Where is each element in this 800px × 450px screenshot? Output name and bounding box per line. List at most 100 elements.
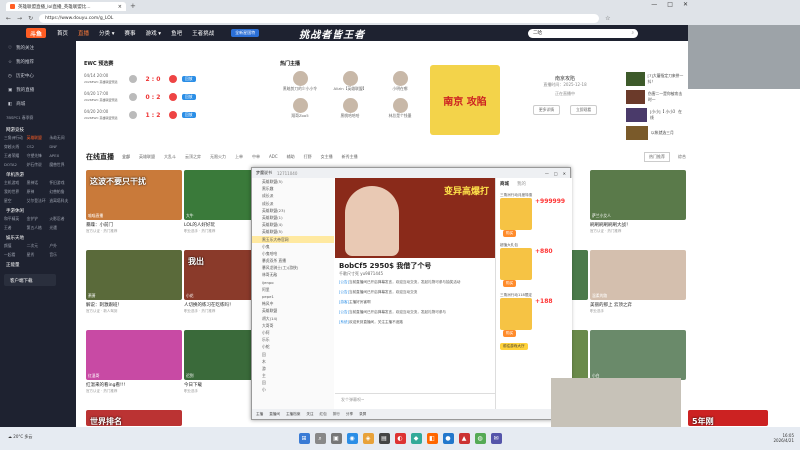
taskbar-app-icon[interactable]: ▣ <box>330 433 342 444</box>
sidebar-category-link[interactable]: 三角洲行动 <box>4 135 27 141</box>
popup-toolbar-item[interactable]: 录屏 <box>359 412 366 417</box>
maximize-button[interactable]: □ <box>667 1 673 8</box>
popup-toolbar-item[interactable]: 关注 <box>306 412 313 417</box>
browser-tab[interactable]: 英雄联盟直播_lol直播_英雄联盟比... × <box>6 2 126 11</box>
event-banner[interactable]: 全新星国特 <box>231 29 260 37</box>
live-card[interactable]: 世界排名 <box>86 410 182 426</box>
close-window-button[interactable]: ✕ <box>683 1 688 8</box>
channel-list-item[interactable]: 黑玉乐大帝官网 <box>252 235 334 243</box>
tab-shop[interactable]: 商城 <box>500 181 509 187</box>
sidebar-category-link[interactable]: 一起看 <box>4 252 27 258</box>
system-clock[interactable]: 16:05 2026/4/21 <box>773 433 794 443</box>
live-card[interactable]: 温柔的路 <box>590 250 686 300</box>
shop-item[interactable]: 三角洲行动118限定 +188购买 <box>496 290 572 340</box>
shop-buy-button[interactable]: 购买 <box>503 330 517 337</box>
taskbar-app-icon[interactable]: ◈ <box>362 433 374 444</box>
nav-challenge[interactable]: 王者挑战 <box>192 29 214 37</box>
filter-tab[interactable]: 英雄联盟 <box>139 154 155 160</box>
filter-tab[interactable]: 全部 <box>122 154 130 160</box>
live-card[interactable]: 萧萧 <box>86 250 182 300</box>
sidebar-category-link[interactable]: 主机游戏 <box>4 180 27 186</box>
popup-toolbar-item[interactable]: 主播 <box>256 412 263 417</box>
sidebar-item-follow[interactable]: ♡ 我的关注 <box>0 41 76 55</box>
card-title[interactable]: LOL的人好好玩 <box>184 222 215 228</box>
sidebar-category-link[interactable]: 炉石传说 <box>27 162 50 168</box>
carousel-item[interactable]: 伤害二一是你被攻击时一 <box>622 88 688 106</box>
nav-live[interactable]: 直播 <box>78 29 89 37</box>
channel-list-item[interactable]: 小阿 <box>252 329 334 336</box>
sidebar-category-link[interactable]: 音乐 <box>49 252 72 258</box>
sidebar-category-link[interactable]: 星秀 <box>27 252 50 258</box>
channel-list-item[interactable]: 回 <box>252 351 334 358</box>
popup-toolbar-item[interactable]: 直播间 <box>269 412 280 417</box>
filter-tab[interactable]: ADC <box>269 154 278 160</box>
sidebar-category-link[interactable]: 王者荣耀 <box>4 153 27 159</box>
live-card[interactable]: 5年刚 <box>688 410 768 426</box>
channel-list-item[interactable]: 暴虎双杀 直播 <box>252 257 334 264</box>
search-icon[interactable]: ⌕ <box>631 30 634 36</box>
taskbar-app-icon[interactable]: ● <box>442 433 454 444</box>
sidebar-category-link[interactable]: 原神 <box>27 189 50 195</box>
channel-list-item[interactable]: 小蛇 <box>252 343 334 350</box>
sidebar-category-link[interactable]: 英雄联盟 <box>27 135 50 141</box>
sidebar-item-mylive[interactable]: ▣ 我的直播 <box>0 83 76 97</box>
hot-anchor[interactable]: 林总是个钱墨 <box>380 98 420 119</box>
channel-list-item[interactable]: 黑乐趣 <box>252 185 334 192</box>
chat-user[interactable]: [公告] <box>339 280 349 284</box>
sidebar-category-link[interactable]: 火影忍者 <box>49 216 72 222</box>
chat-user[interactable]: [公告] <box>339 290 349 294</box>
card-title[interactable]: 解说：刺激跟班！ <box>86 302 122 308</box>
sidebar-item-history[interactable]: ◷ 历史中心 <box>0 69 76 83</box>
shop-buy-button[interactable]: 购买 <box>503 280 517 287</box>
douyu-logo[interactable]: 斗鱼 <box>26 28 46 38</box>
hot-anchor[interactable]: 小明在哪 <box>380 71 420 92</box>
headline-banner[interactable]: 挑战者皆王者 <box>299 26 365 41</box>
popup-toolbar-item[interactable]: 红包 <box>320 412 327 417</box>
taskbar-app-icon[interactable]: ⊞ <box>298 433 310 444</box>
sidebar-category-link[interactable]: APEX <box>49 153 72 159</box>
channel-list-item[interactable]: 英雄联盟(5) <box>252 178 334 185</box>
taskbar-app-icon[interactable]: ◉ <box>346 433 358 444</box>
card-title[interactable]: 刷刷刷刷刷刷大战！ <box>590 222 631 228</box>
sidebar-category-link[interactable]: CS2 <box>27 144 50 150</box>
sidebar-category-link[interactable]: 星空 <box>4 198 27 204</box>
taskbar-app-icon[interactable]: ▤ <box>378 433 390 444</box>
carousel-item[interactable]: [小小]【 小小】 在线 <box>622 106 688 124</box>
taskbar-app-icon[interactable]: ◐ <box>394 433 406 444</box>
sidebar-category-link[interactable]: 户外 <box>49 243 72 249</box>
channel-list-item[interactable]: 回 <box>252 379 334 386</box>
replay-button[interactable]: 回放 <box>182 76 196 82</box>
shop-buy-button[interactable]: 购买 <box>503 230 517 237</box>
popup-minimize-button[interactable]: — <box>545 171 549 176</box>
nav-game[interactable]: 游戏 ▾ <box>146 29 162 37</box>
card-title[interactable]: 人切换的练习在吃练吗！ <box>184 302 234 308</box>
tab-close-icon[interactable]: × <box>118 4 122 10</box>
chat-user[interactable]: [系统] <box>339 320 349 324</box>
shop-item[interactable]: 三角洲行动月度特惠 +999999购买 <box>496 190 572 240</box>
sidebar-tiny[interactable]: 7BSPC1 春季赛 <box>0 111 76 123</box>
sidebar-category-link[interactable]: 二次元 <box>27 243 50 249</box>
channel-list-item[interactable]: 小鬼 <box>252 243 334 250</box>
sidebar-category-link[interactable]: 王者 <box>4 225 27 231</box>
address-bar[interactable]: https://www.douyu.com/g_LOL <box>39 14 600 23</box>
card-title[interactable]: 暴躁：小前门 <box>86 222 113 228</box>
filter-tab[interactable]: 新秀主播 <box>342 154 358 160</box>
shop-more-button[interactable]: 前往游戏大厅 <box>500 343 528 350</box>
forward-icon[interactable]: → <box>17 15 22 22</box>
star-icon[interactable]: ☆ <box>605 15 610 22</box>
download-client-button[interactable]: 客户端下载 <box>4 274 56 286</box>
chat-user[interactable]: [公告] <box>339 310 349 314</box>
card-title[interactable]: 红温来的看ing看!!! <box>86 382 125 388</box>
sidebar-category-link[interactable]: 穿越火线 <box>4 144 27 150</box>
replay-button[interactable]: 回放 <box>182 94 196 100</box>
sidebar-category-link[interactable]: 金铲铲 <box>27 216 50 222</box>
channel-list-item[interactable]: 阿里 <box>252 286 334 293</box>
taskbar-app-icon[interactable]: ▲ <box>458 433 470 444</box>
channel-list-item[interactable]: 游 <box>252 365 334 372</box>
chat-user[interactable]: [游客] <box>339 300 349 304</box>
sidebar-item-recommend[interactable]: ☆ 我的推荐 <box>0 55 76 69</box>
sidebar-category-link[interactable]: DOTA2 <box>4 162 27 168</box>
weather-widget[interactable]: ☁ 20°C 多云 <box>8 434 32 440</box>
channel-list-item[interactable]: ijenpo <box>252 279 334 286</box>
channel-list-item[interactable]: 成长派 <box>252 192 334 199</box>
